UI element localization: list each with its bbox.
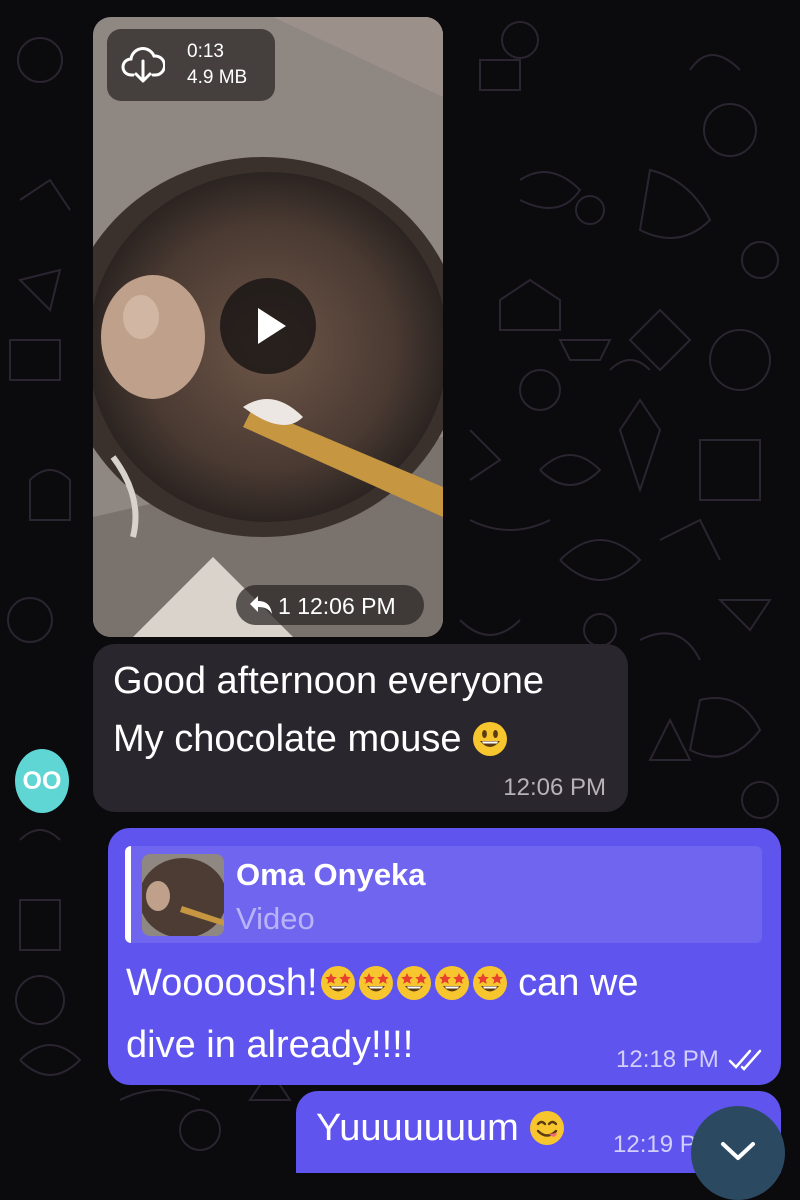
star-struck-icon xyxy=(434,966,469,1000)
message-line-2: dive in already!!!! xyxy=(126,1024,414,1066)
forward-info: 1 12:06 PM xyxy=(236,585,424,625)
message-line-2: My chocolate mouse xyxy=(113,718,508,761)
message-time: 12:06 PM xyxy=(503,774,606,801)
incoming-message[interactable]: Good afternoon everyone My chocolate mou… xyxy=(93,644,628,812)
video-time: 12:06 PM xyxy=(297,593,396,619)
yum-face-icon xyxy=(530,1111,565,1145)
message-line-1: Good afternoon everyone xyxy=(113,660,544,702)
video-size: 4.9 MB xyxy=(187,67,248,88)
reply-sender-name: Oma Onyeka xyxy=(236,857,426,892)
forward-count: 1 xyxy=(278,593,291,619)
star-struck-icon xyxy=(396,966,431,1000)
play-button[interactable] xyxy=(220,278,316,374)
outgoing-message[interactable]: Oma Onyeka Video Wooooosh! can we dive i… xyxy=(108,828,781,1085)
star-struck-icon xyxy=(320,966,355,1000)
reply-bar xyxy=(125,846,131,943)
play-icon xyxy=(258,308,286,344)
reply-thumbnail xyxy=(142,854,224,936)
reply-preview[interactable]: Oma Onyeka Video xyxy=(125,846,762,943)
reply-media-type: Video xyxy=(236,901,315,936)
chevron-down-icon xyxy=(721,1142,755,1160)
star-struck-icon xyxy=(358,966,393,1000)
video-duration: 0:13 xyxy=(187,41,224,62)
scroll-down-button[interactable] xyxy=(691,1106,785,1200)
double-check-icon xyxy=(728,1049,762,1071)
message-time: 12:18 PM xyxy=(616,1046,719,1073)
grinning-face-icon xyxy=(473,722,508,756)
cloud-download-icon xyxy=(121,47,165,83)
message-text: Yuuuuuuum xyxy=(316,1107,565,1150)
avatar[interactable]: OO xyxy=(15,749,69,813)
message-line-1: Wooooosh! can we xyxy=(126,962,639,1004)
reply-arrow-icon xyxy=(250,596,272,614)
star-struck-icon xyxy=(472,966,507,1000)
video-message[interactable]: 0:13 4.9 MB 1 12:06 PM xyxy=(93,17,443,637)
download-badge[interactable]: 0:13 4.9 MB xyxy=(107,29,275,101)
